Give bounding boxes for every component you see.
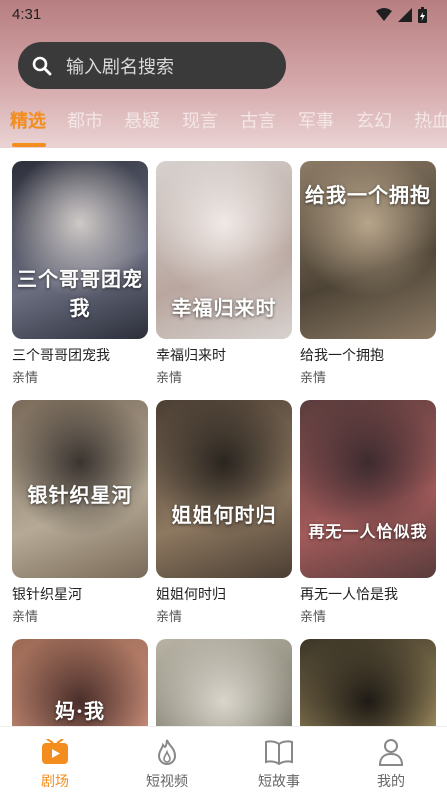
theater-icon — [10, 737, 100, 767]
nav-short-video[interactable]: 短视频 — [122, 737, 212, 791]
category-tabs: 精选 都市 悬疑 现言 古言 军事 玄幻 热血 — [0, 103, 447, 148]
status-icons — [376, 7, 427, 23]
nav-profile[interactable]: 我的 — [346, 737, 436, 791]
drama-card[interactable]: 三个哥哥团宠我 三个哥哥团宠我 亲情 — [12, 161, 148, 386]
nav-label: 我的 — [377, 774, 405, 790]
drama-tag: 亲情 — [12, 610, 39, 625]
tab-featured[interactable]: 精选 — [10, 107, 46, 133]
wifi-icon — [376, 8, 392, 21]
drama-poster — [300, 639, 436, 726]
drama-card[interactable]: 幸福归来时 幸福归来时 亲情 — [156, 161, 292, 386]
drama-poster: 妈·我 — [12, 639, 148, 726]
drama-poster: 姐姐何时归 — [156, 400, 292, 578]
book-icon — [234, 737, 324, 767]
drama-card[interactable]: 再无一人恰似我 再无一人恰是我 亲情 — [300, 400, 436, 625]
drama-card[interactable]: 姐姐何时归 姐姐何时归 亲情 — [156, 400, 292, 625]
nav-theater[interactable]: 剧场 — [10, 737, 100, 791]
poster-title: 妈·我 — [55, 699, 105, 723]
drama-tag: 亲情 — [300, 371, 327, 386]
nav-label: 短故事 — [258, 774, 300, 790]
nav-short-story[interactable]: 短故事 — [234, 737, 324, 791]
drama-poster: 银针织星河 — [12, 400, 148, 578]
drama-title: 给我一个拥抱 — [300, 348, 384, 364]
poster-title: 给我一个拥抱 — [305, 183, 431, 207]
battery-icon — [418, 7, 427, 23]
drama-title: 再无一人恰是我 — [300, 587, 398, 603]
drama-title: 幸福归来时 — [156, 348, 226, 364]
drama-poster: 幸福归来时 — [156, 161, 292, 339]
poster-title: 幸福归来时 — [171, 296, 277, 320]
drama-poster — [156, 639, 292, 726]
drama-tag: 亲情 — [300, 610, 327, 625]
tab-ancient-romance[interactable]: 古言 — [240, 107, 276, 133]
drama-grid: 三个哥哥团宠我 三个哥哥团宠我 亲情 幸福归来时 幸福归来时 亲情 给我一个拥抱… — [0, 148, 447, 726]
drama-card[interactable] — [156, 639, 292, 726]
search-icon — [32, 56, 52, 76]
status-bar: 4:31 — [0, 0, 447, 30]
drama-tag: 亲情 — [156, 371, 183, 386]
drama-title: 三个哥哥团宠我 — [12, 348, 110, 364]
tab-military[interactable]: 军事 — [298, 107, 334, 133]
tab-modern-romance[interactable]: 现言 — [182, 107, 218, 133]
drama-poster: 给我一个拥抱 — [300, 161, 436, 339]
drama-poster: 再无一人恰似我 — [300, 400, 436, 578]
drama-tag: 亲情 — [12, 371, 39, 386]
active-tab-indicator — [12, 143, 46, 147]
drama-title: 姐姐何时归 — [156, 587, 226, 603]
tab-urban[interactable]: 都市 — [67, 107, 103, 133]
tab-hot-blood[interactable]: 热血 — [414, 107, 447, 133]
search-placeholder: 输入剧名搜索 — [66, 56, 174, 78]
drama-card[interactable]: 银针织星河 银针织星河 亲情 — [12, 400, 148, 625]
drama-card[interactable] — [300, 639, 436, 726]
drama-card[interactable]: 给我一个拥抱 给我一个拥抱 亲情 — [300, 161, 436, 386]
tab-fantasy[interactable]: 玄幻 — [356, 107, 392, 133]
status-time: 4:31 — [12, 6, 42, 23]
drama-tag: 亲情 — [156, 610, 183, 625]
bottom-nav: 剧场 短视频 短故事 我的 — [0, 726, 447, 796]
header: 4:31 输入剧名搜索 精选 都市 悬疑 现言 古言 军事 玄幻 热血 — [0, 0, 447, 148]
poster-title: 姐姐何时归 — [171, 503, 277, 527]
drama-card[interactable]: 妈·我 — [12, 639, 148, 726]
nav-label: 短视频 — [146, 774, 188, 790]
tab-mystery[interactable]: 悬疑 — [124, 107, 160, 133]
drama-poster: 三个哥哥团宠我 — [12, 161, 148, 339]
poster-title: 银针织星河 — [27, 483, 133, 507]
flame-icon — [122, 737, 212, 767]
poster-title: 再无一人恰似我 — [308, 522, 428, 541]
search-input[interactable]: 输入剧名搜索 — [18, 42, 286, 89]
drama-title: 银针织星河 — [12, 587, 82, 603]
nav-label: 剧场 — [41, 774, 69, 790]
user-icon — [346, 737, 436, 767]
poster-title: 三个哥哥团宠我 — [17, 267, 143, 320]
signal-icon — [398, 8, 412, 22]
